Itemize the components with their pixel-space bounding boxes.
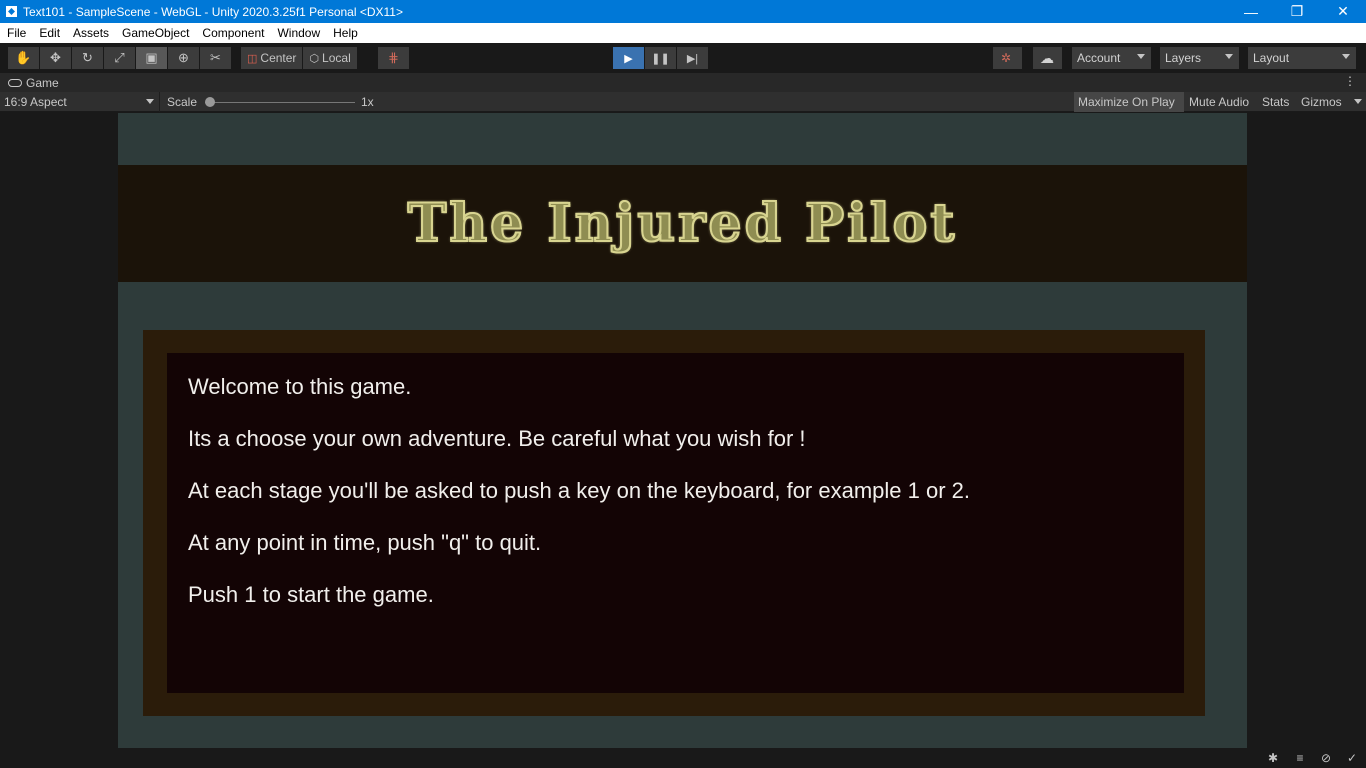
game-canvas[interactable]: The Injured Pilot Welcome to this game. … — [118, 113, 1247, 748]
bug-icon[interactable]: ✱ — [1266, 751, 1280, 765]
main-toolbar: ✋ ✥ ↻ ⤢ ▣ ⊕ ✂ ◫ Center ⬡ Local ⋕ ▶ ❚❚ ▶|… — [0, 43, 1366, 73]
menu-edit[interactable]: Edit — [32, 26, 66, 40]
status-bar: ✱ ≡ ⊘ ✓ — [0, 748, 1366, 768]
scale-tool-icon[interactable]: ⤢ — [104, 47, 135, 69]
story-line: At any point in time, push "q" to quit. — [188, 530, 542, 555]
menu-assets[interactable]: Assets — [66, 26, 115, 40]
pivot-rotation-button[interactable]: ⬡ Local — [303, 47, 357, 69]
chevron-down-icon — [1342, 54, 1350, 59]
scale-slider-handle[interactable] — [205, 97, 215, 107]
progress-icon[interactable]: ✓ — [1345, 751, 1359, 765]
unity-logo-icon — [6, 6, 17, 17]
story-line: Push 1 to start the game. — [188, 582, 434, 607]
chevron-down-icon — [1225, 54, 1233, 59]
gizmos-label: Gizmos — [1301, 95, 1342, 109]
account-dropdown[interactable]: Account — [1072, 47, 1151, 69]
step-button[interactable]: ▶| — [677, 47, 708, 69]
window-title: Text101 - SampleScene - WebGL - Unity 20… — [23, 4, 403, 19]
pivot-rotation-label: Local — [322, 51, 351, 65]
pivot-toggles: ◫ Center ⬡ Local — [241, 47, 358, 69]
game-view-toolbar: 16:9 Aspect Scale 1x Maximize On Play Mu… — [0, 92, 1366, 112]
menu-file[interactable]: File — [0, 26, 32, 40]
scale-value: 1x — [361, 95, 374, 109]
gamepad-icon — [8, 78, 22, 87]
story-line: At each stage you'll be asked to push a … — [188, 478, 971, 503]
story-text-box: Welcome to this game. Its a choose your … — [167, 353, 1184, 693]
game-viewport[interactable]: The Injured Pilot Welcome to this game. … — [0, 113, 1366, 748]
move-tool-icon[interactable]: ✥ — [40, 47, 71, 69]
menu-help[interactable]: Help — [326, 26, 364, 40]
tab-game-label: Game — [26, 75, 59, 90]
play-button[interactable]: ▶ — [613, 47, 644, 69]
aspect-dropdown[interactable]: 16:9 Aspect — [0, 92, 160, 112]
services-icon[interactable]: ✲ — [993, 47, 1022, 69]
rect-tool-icon[interactable]: ▣ — [136, 47, 167, 69]
layout-dropdown[interactable]: Layout — [1248, 47, 1356, 69]
custom-tool-icon[interactable]: ✂ — [200, 47, 231, 69]
layers-label: Layers — [1165, 51, 1202, 65]
layout-label: Layout — [1253, 51, 1290, 65]
game-title: The Injured Pilot — [407, 192, 958, 255]
menu-bar: File Edit Assets GameObject Component Wi… — [0, 23, 1366, 43]
tab-game[interactable]: Game — [0, 76, 59, 90]
story-line: Its a choose your own adventure. Be care… — [188, 426, 806, 451]
title-banner: The Injured Pilot — [118, 165, 1247, 282]
mute-audio-toggle[interactable]: Mute Audio — [1185, 92, 1257, 112]
layers-dropdown[interactable]: Layers — [1160, 47, 1239, 69]
collab-cloud-icon[interactable]: ☁ — [1033, 47, 1062, 69]
auto-generate-lighting-icon[interactable]: ⊘ — [1319, 751, 1333, 765]
chevron-down-icon — [146, 99, 154, 104]
menu-gameobject[interactable]: GameObject — [115, 26, 195, 40]
close-button[interactable]: ✕ — [1320, 0, 1366, 23]
gizmos-dropdown[interactable]: Gizmos — [1297, 92, 1366, 112]
aspect-label: 16:9 Aspect — [4, 95, 67, 109]
chevron-down-icon — [1137, 54, 1145, 59]
pivot-mode-button[interactable]: ◫ Center — [241, 47, 303, 69]
story-frame: Welcome to this game. Its a choose your … — [143, 330, 1205, 716]
play-controls: ▶ ❚❚ ▶| — [613, 47, 709, 69]
account-label: Account — [1077, 51, 1121, 65]
game-tab-bar: Game ⋮ — [0, 73, 1366, 92]
menu-component[interactable]: Component — [195, 26, 270, 40]
transform-tool-icon[interactable]: ⊕ — [168, 47, 199, 69]
scale-label: Scale — [167, 95, 198, 109]
scale-slider-track[interactable] — [205, 102, 355, 103]
chevron-down-icon — [1354, 99, 1362, 104]
pause-button[interactable]: ❚❚ — [645, 47, 676, 69]
pivot-center-icon: ◫ — [247, 52, 258, 65]
cache-server-icon[interactable]: ≡ — [1293, 751, 1307, 765]
story-line: Welcome to this game. — [188, 374, 412, 399]
grid-snap-icon[interactable]: ⋕ — [378, 47, 409, 69]
restore-button[interactable]: ❐ — [1274, 0, 1320, 23]
rotate-tool-icon[interactable]: ↻ — [72, 47, 103, 69]
local-cube-icon: ⬡ — [309, 52, 320, 65]
menu-window[interactable]: Window — [270, 26, 326, 40]
window-titlebar: Text101 - SampleScene - WebGL - Unity 20… — [0, 0, 1366, 23]
more-options-icon[interactable]: ⋮ — [1344, 74, 1356, 88]
hand-tool-icon[interactable]: ✋ — [8, 47, 39, 69]
maximize-on-play-toggle[interactable]: Maximize On Play — [1074, 92, 1184, 112]
stats-toggle[interactable]: Stats — [1258, 92, 1296, 112]
minimize-button[interactable]: — — [1228, 0, 1274, 23]
transform-tools: ✋ ✥ ↻ ⤢ ▣ ⊕ ✂ — [8, 47, 232, 69]
pivot-mode-label: Center — [260, 51, 297, 65]
snap-group: ⋕ — [378, 47, 410, 69]
